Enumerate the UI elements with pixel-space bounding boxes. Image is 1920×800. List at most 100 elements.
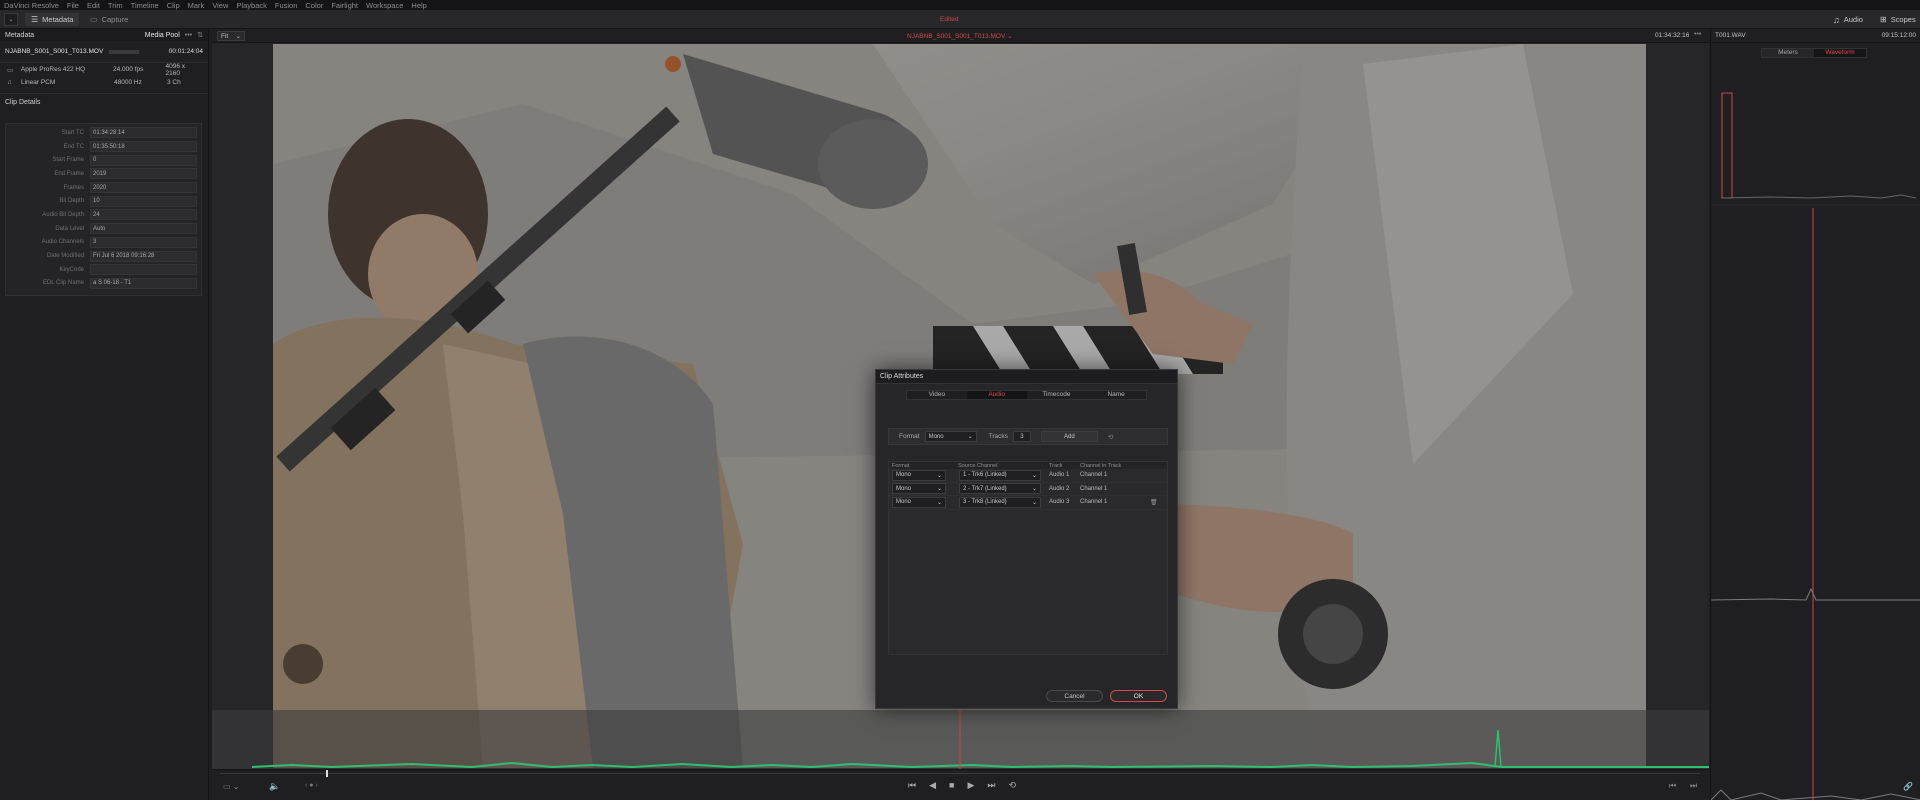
stop-icon[interactable]: ■ [949,780,954,791]
menu-edit[interactable]: Edit [87,1,100,10]
detail-value[interactable]: 0 [90,154,197,166]
detail-value[interactable]: 10 [90,195,197,207]
scopes-button[interactable]: ⊞ Scopes [1880,13,1916,26]
table-row: Mono ⌄ 1 - Trk6 (Linked) ⌄ Audio 1 Channel… [889,469,1167,483]
reset-icon[interactable]: ⟲ [1108,433,1113,441]
detail-label: End Frame [54,170,84,177]
detail-label: KeyCode [59,266,84,273]
detail-label: Date Modified [46,253,84,260]
header-track: Track [1049,462,1063,469]
playhead[interactable] [326,770,328,777]
clip-details-header: Clip Details [0,94,208,110]
clip-details-table: Start TC 01:34:28:14 End TC 01:35:50:18 St… [5,123,202,296]
row-source: 1 - Trk6 (Linked) [963,472,1007,479]
detail-value[interactable]: 2020 [90,182,197,194]
tab-video[interactable]: Video [907,391,967,399]
viewer-mode-icon[interactable]: ▭ ⌄ [223,782,239,791]
audio-button[interactable]: ♫ Audio [1833,13,1863,26]
row-format-dropdown[interactable]: Mono ⌄ [892,483,946,495]
channel-count: 3 Ch [167,79,181,86]
more-options-icon[interactable]: ••• [1694,31,1701,38]
more-options-icon[interactable]: ••• [185,32,192,39]
detail-row: Start Frame 0 [6,153,201,167]
menu-trim[interactable]: Trim [108,1,123,10]
row-format-dropdown[interactable]: Mono ⌄ [892,496,946,508]
menu-bar: DaVinci Resolve File Edit Trim Timeline … [0,0,1920,10]
tab-timecode[interactable]: Timecode [1027,391,1087,399]
row-source-dropdown[interactable]: 3 - Trk8 (Linked) ⌄ [959,496,1041,508]
panel-toggle-button[interactable]: ⌄ [4,13,18,26]
clip-name-row: NJABNB_S001_S001_T013.MOV 00:01:24:04 [0,41,208,63]
menu-playback[interactable]: Playback [236,1,266,10]
chevron-down-icon: ⌄ [936,472,942,479]
prev-clip-icon[interactable]: ⏮ [1669,781,1676,791]
tab-meters[interactable]: Meters [1762,49,1814,57]
resolution: 4096 x 2160 [165,62,186,77]
menu-view[interactable]: View [212,1,228,10]
audio-info-row: ♫ Linear PCM 48000 Hz 3 Ch [0,76,208,89]
ok-button[interactable]: OK [1110,690,1167,702]
row-source-dropdown[interactable]: 2 - Trk7 (Linked) ⌄ [959,483,1041,495]
detail-row: KeyCode [6,263,201,277]
play-icon[interactable]: ▶ [967,780,974,791]
detail-value[interactable]: 01:34:28:14 [90,127,197,139]
scrubber-track[interactable] [220,773,1700,774]
metadata-header: Metadata Media Pool ••• ⇅ [0,29,208,41]
table-row: Mono ⌄ 3 - Trk8 (Linked) ⌄ Audio 3 Channel… [889,496,1167,510]
menu-help[interactable]: Help [411,1,426,10]
detail-value[interactable]: 24 [90,209,197,221]
menu-clip[interactable]: Clip [167,1,180,10]
row-track: Audio 3 [1049,499,1070,506]
sort-icon[interactable]: ⇅ [197,31,203,39]
next-clip-icon[interactable]: ⏭ [1690,781,1697,791]
menu-fairlight[interactable]: Fairlight [331,1,358,10]
frame-rate: 24.000 fps [113,66,144,73]
go-to-start-icon[interactable]: ⏮ [908,780,916,791]
menu-mark[interactable]: Mark [188,1,205,10]
detail-value[interactable]: a S 06-18 - T1 [90,277,197,289]
menu-timeline[interactable]: Timeline [131,1,159,10]
detail-value[interactable]: Auto [90,223,197,235]
menu-fusion[interactable]: Fusion [275,1,298,10]
jog-control[interactable]: ‹ ● › [305,782,318,789]
row-channel: Channel 1 [1080,472,1108,479]
detail-value[interactable]: 2019 [90,168,197,180]
detail-value[interactable]: 01:35:50:18 [90,141,197,153]
viewer-clip-title[interactable]: NJABNB_S001_S001_T013.MOV ⌄ [907,32,1013,40]
row-format-dropdown[interactable]: Mono ⌄ [892,469,946,481]
row-source: 2 - Trk7 (Linked) [963,485,1007,492]
tab-name[interactable]: Name [1086,391,1146,399]
tab-waveform[interactable]: Waveform [1814,49,1866,57]
chevron-down-icon: ⌄ [936,486,942,493]
audio-timecode: 09:15:12:00 [1881,32,1916,39]
media-pool-label[interactable]: Media Pool [145,32,180,39]
music-note-icon: ♫ [7,79,12,86]
trash-icon[interactable]: 🗑 [1150,499,1158,506]
menu-app[interactable]: DaVinci Resolve [4,1,59,10]
zoom-dropdown[interactable]: Fit ⌄ [217,31,245,41]
detail-value[interactable]: Fri Jul 6 2018 09:16:28 [90,250,197,262]
metadata-button[interactable]: ☰ Metadata [25,13,80,26]
detail-row: Start TC 01:34:28:14 [6,126,201,140]
menu-workspace[interactable]: Workspace [366,1,403,10]
chevron-down-icon: ⌄ [1007,33,1013,40]
tracks-input[interactable]: 3 [1012,431,1031,442]
speaker-icon[interactable]: 🔈 [269,781,280,792]
detail-value[interactable]: 3 [90,236,197,248]
add-button[interactable]: Add [1040,431,1098,442]
clip-attributes-dialog: Clip Attributes Video Audio Timecode Nam… [875,369,1178,709]
cancel-button[interactable]: Cancel [1046,690,1103,702]
tab-audio[interactable]: Audio [966,391,1027,399]
link-icon[interactable]: 🔗 [1903,782,1913,791]
menu-file[interactable]: File [67,1,79,10]
format-dropdown[interactable]: Mono ⌄ [924,431,977,442]
capture-button[interactable]: ▭ Capture [90,13,128,26]
detail-value[interactable] [90,264,197,276]
loop-icon[interactable]: ⟲ [1009,780,1017,791]
audio-file-name: T001.WAV [1715,32,1746,39]
row-source-dropdown[interactable]: 1 - Trk6 (Linked) ⌄ [959,469,1041,481]
detail-row: End Frame 2019 [6,167,201,181]
go-to-end-icon[interactable]: ⏭ [987,780,995,791]
play-reverse-icon[interactable]: ◀ [929,780,936,791]
menu-color[interactable]: Color [305,1,323,10]
